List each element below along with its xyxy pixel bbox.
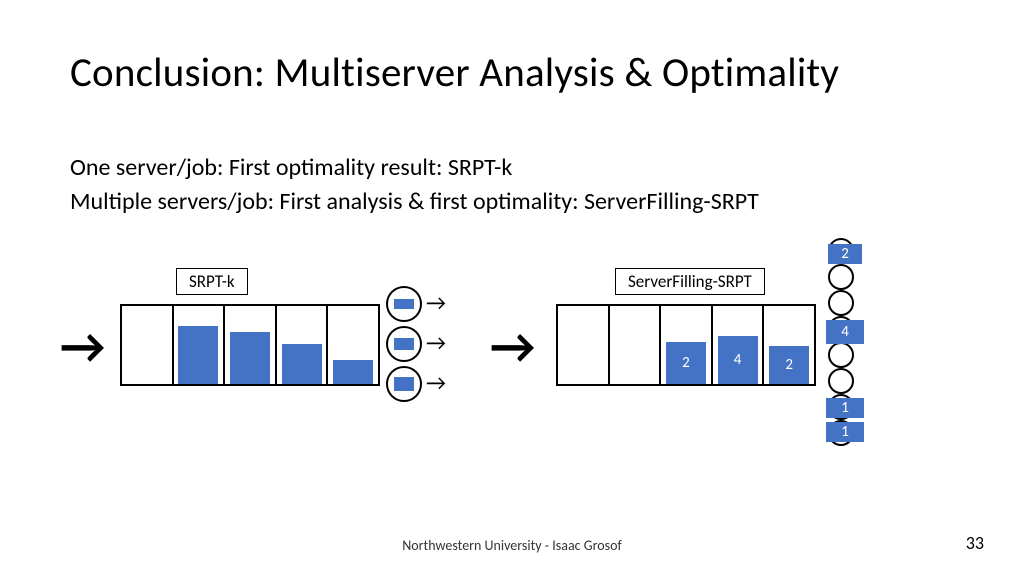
queue-slot xyxy=(328,306,380,384)
footer-text: Northwestern University - Isaac Grosof xyxy=(0,537,1024,554)
queue-right: 2 4 2 xyxy=(556,304,816,386)
body-line-1: One server/job: First optimality result:… xyxy=(70,152,759,184)
server-job xyxy=(394,299,414,309)
queue-slot xyxy=(174,306,226,384)
server-job: 1 xyxy=(826,398,864,418)
server-circle xyxy=(828,368,854,394)
job-rect xyxy=(333,360,373,384)
page-number: 33 xyxy=(966,532,984,554)
slide: Conclusion: Multiserver Analysis & Optim… xyxy=(0,0,1024,576)
arrow-icon: → xyxy=(426,332,446,354)
queue-slot: 4 xyxy=(713,306,765,384)
queue-slot: 2 xyxy=(764,306,816,384)
server-job xyxy=(394,377,414,391)
server-circle xyxy=(828,342,854,368)
job-rect xyxy=(282,344,322,384)
server-job: 1 xyxy=(826,422,864,442)
job-rect xyxy=(178,326,218,384)
job-rect: 2 xyxy=(769,346,809,384)
body-line-2: Multiple servers/job: First analysis & f… xyxy=(70,186,759,218)
queue-slot: 2 xyxy=(661,306,713,384)
arrow-icon: → xyxy=(60,322,105,372)
queue-slot xyxy=(277,306,329,384)
server-circle xyxy=(386,286,422,322)
queue-label-left: SRPT-k xyxy=(176,268,248,295)
server-job xyxy=(394,338,414,350)
job-rect: 2 xyxy=(666,342,706,384)
server-circle xyxy=(828,264,854,290)
job-rect: 4 xyxy=(718,336,758,384)
queue-slot xyxy=(556,306,610,384)
diagram-area: → SRPT-k → → → xyxy=(60,254,960,474)
queue-slot xyxy=(120,306,174,384)
server-circle xyxy=(386,366,422,402)
queue-slot xyxy=(225,306,277,384)
body-text: One server/job: First optimality result:… xyxy=(70,152,759,221)
arrow-icon: → xyxy=(490,322,535,372)
arrow-icon: → xyxy=(426,292,446,314)
slide-title: Conclusion: Multiserver Analysis & Optim… xyxy=(70,48,839,98)
job-rect xyxy=(230,332,270,384)
queue-slot xyxy=(610,306,662,384)
server-job: 4 xyxy=(826,320,864,344)
server-circle xyxy=(386,326,422,362)
server-job: 2 xyxy=(828,244,862,264)
server-circle xyxy=(828,290,854,316)
queue-left xyxy=(120,304,380,386)
arrow-icon: → xyxy=(426,372,446,394)
queue-label-right: ServerFilling-SRPT xyxy=(615,268,765,295)
